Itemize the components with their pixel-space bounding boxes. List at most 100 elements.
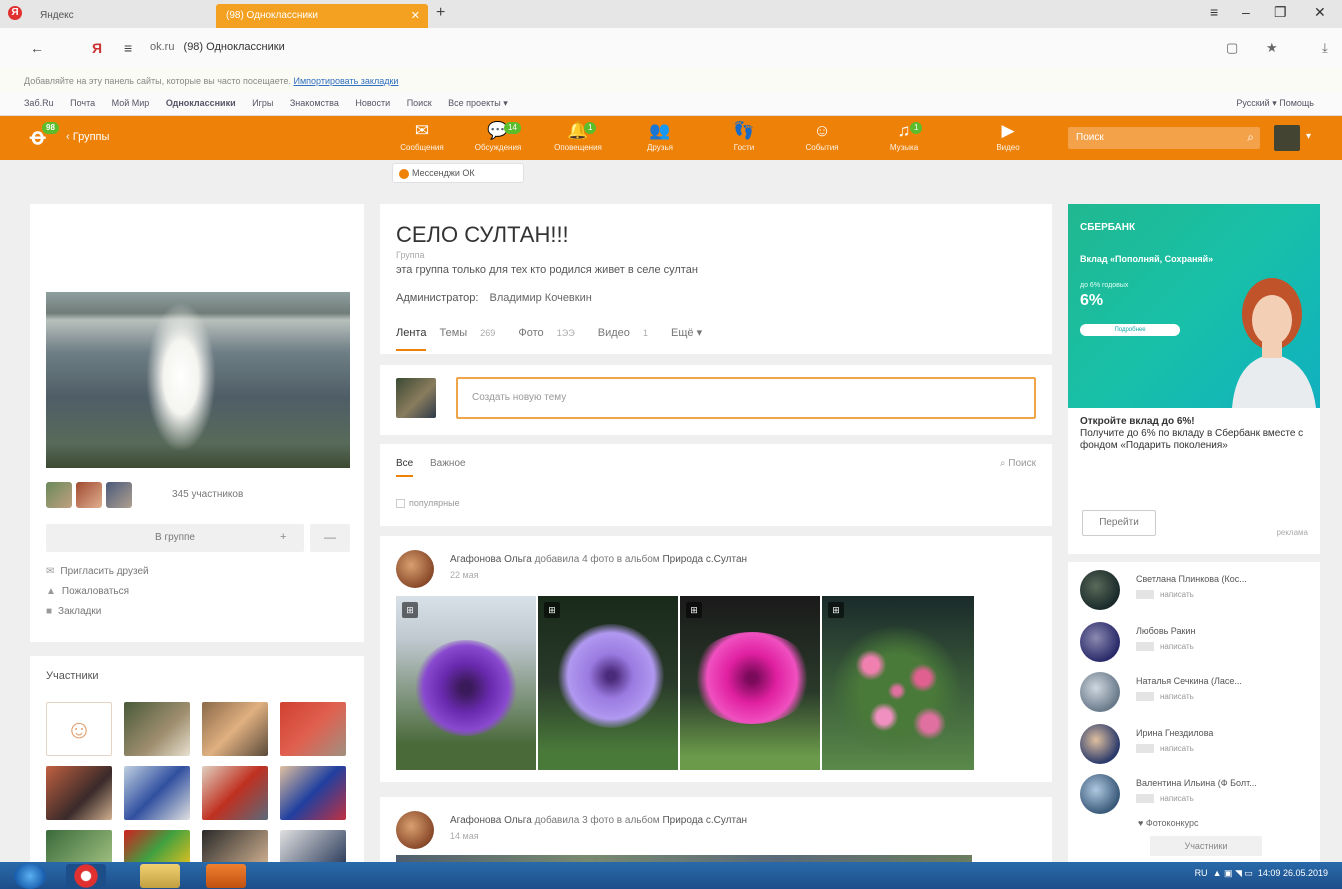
member-photo[interactable] [202,702,268,756]
new-topic-input[interactable]: Создать новую тему [456,377,1036,419]
members-count[interactable]: 345 участников [172,489,243,500]
powerpoint-icon[interactable] [206,864,246,888]
post-photo[interactable]: ⊞ [822,596,974,770]
yandex-browser-logo[interactable]: Я [8,6,22,20]
group-cover-photo[interactable] [46,292,350,468]
friend-name[interactable]: Светлана Плинкова (Кос... [1136,574,1247,584]
yandex-home-icon[interactable]: Я [92,40,102,56]
post-photo[interactable]: ⊞ [680,596,820,770]
portal-link[interactable]: Мой Мир [112,98,150,108]
members-button[interactable]: Участники [1150,836,1262,856]
album-link[interactable]: Природа с.Султан [662,815,747,826]
language-indicator[interactable]: RU [1195,868,1208,878]
admin-name-link[interactable]: Владимир Кочевкин [489,292,591,304]
bookmarks-link[interactable]: ■ Закладки [46,606,101,617]
tab-photos[interactable]: Фото 1ЭЭ [518,327,584,339]
member-photo[interactable] [124,830,190,866]
zoom-icon[interactable]: ⊞ [402,602,418,618]
messenger-promo-chip[interactable]: Мессенджи ОК [392,163,524,183]
member-photo[interactable] [124,766,190,820]
portal-link[interactable]: Все проекты ▾ [448,98,508,108]
friend-avatar[interactable] [1080,570,1120,610]
plus-icon[interactable]: + [280,531,286,543]
url-field[interactable]: ok.ru (98) Одноклассники [150,41,285,53]
nav-friends[interactable]: 👥 Друзья [628,120,692,152]
new-tab-button[interactable]: + [436,4,445,22]
member-photo[interactable] [280,766,346,820]
ok-search-input[interactable]: Поиск ⌕ [1068,127,1260,149]
zoom-icon[interactable]: ⊞ [828,602,844,618]
language-help-links[interactable]: Русский ▾ Помощь [1236,98,1314,109]
filter-important-tab[interactable]: Важное [430,458,466,469]
portal-link[interactable]: Новости [355,98,390,108]
tab-videos[interactable]: Видео 1 [598,327,658,339]
member-thumb[interactable] [106,482,132,508]
friend-avatar[interactable] [1080,622,1120,662]
tab-feed[interactable]: Лента [396,327,427,351]
close-tab-icon[interactable]: ✕ [411,9,420,22]
member-photo[interactable] [202,766,268,820]
search-icon[interactable]: ⌕ [1247,130,1254,145]
portal-link[interactable]: Почта [70,98,95,108]
popular-checkbox[interactable]: популярные [396,498,460,509]
bookmark-star-icon[interactable]: ★ [1266,40,1278,56]
post-photo[interactable]: ⊞ [538,596,678,770]
write-message-link[interactable]: написать [1136,744,1194,754]
import-bookmarks-link[interactable]: Импортировать закладки [294,76,399,86]
nav-events[interactable]: ☺ События [790,120,854,152]
member-photo[interactable] [46,830,112,866]
portal-link-active[interactable]: Одноклассники [166,98,236,108]
yandex-browser-taskbar-icon[interactable] [66,864,106,888]
friend-avatar[interactable] [1080,724,1120,764]
complain-link[interactable]: ▲ Пожаловаться [46,586,129,597]
ad-go-button[interactable]: Перейти [1082,510,1156,536]
file-explorer-icon[interactable] [140,864,180,888]
author-link[interactable]: Агафонова Ольга [450,554,532,565]
friend-avatar[interactable] [1080,774,1120,814]
invite-friends-link[interactable]: ✉ Пригласить друзей [46,566,149,577]
portal-link[interactable]: Поиск [407,98,432,108]
back-icon[interactable]: ← [30,40,44,56]
member-thumb[interactable] [76,482,102,508]
nav-messages[interactable]: ✉ Сообщения [390,120,454,152]
member-photo[interactable] [280,702,346,756]
download-icon[interactable]: ⤓ [1322,40,1328,56]
tab-odnoklassniki[interactable]: (98) Одноклассники ✕ [216,4,428,28]
more-button[interactable]: — [310,524,350,552]
start-button[interactable] [14,863,46,889]
back-to-groups-link[interactable]: ‹ Группы [66,131,109,143]
post-photo[interactable]: ⊞ [396,596,536,770]
friend-name[interactable]: Валентина Ильина (Ф Болт... [1136,778,1257,788]
ad-text[interactable]: Откройте вклад до 6%! Получите до 6% по … [1080,416,1310,452]
lines-icon[interactable]: ≡ [124,40,132,56]
reader-icon[interactable]: ▢ [1226,40,1238,56]
in-group-button[interactable]: В группе [46,524,304,552]
friend-item[interactable]: Наталья Сечкина (Ласе... написать [1080,672,1316,720]
friend-avatar[interactable] [1080,672,1120,712]
author-link[interactable]: Агафонова Ольга [450,815,532,826]
zoom-icon[interactable]: ⊞ [544,602,560,618]
friend-item[interactable]: Ирина Гнездилова написать [1080,724,1316,772]
filter-all-tab[interactable]: Все [396,458,414,477]
portal-link[interactable]: Игры [252,98,273,108]
tab-topics[interactable]: Темы 269 [440,327,506,339]
feed-search-button[interactable]: ⌕ Поиск [1000,458,1036,469]
friend-item[interactable]: Валентина Ильина (Ф Болт... написать [1080,774,1316,822]
member-photo[interactable] [46,766,112,820]
chevron-down-icon[interactable]: ▾ [1306,131,1311,142]
ad-banner-button[interactable]: Подробнее [1080,324,1180,336]
system-tray[interactable]: RU ▲ ▣ ◥ ▭ 14:09 26.05.2019 [1195,868,1328,879]
friend-name[interactable]: Ирина Гнездилова [1136,728,1213,738]
tab-yandex[interactable]: Яндекс [30,4,200,28]
nav-discussions[interactable]: 💬 14 Обсуждения [466,120,530,152]
member-placeholder-icon[interactable]: ☺ [46,702,112,756]
friend-name[interactable]: Любовь Ракин [1136,626,1195,636]
portal-link[interactable]: Знакомства [290,98,339,108]
ok-logo-icon[interactable]: ꝋ 98 [30,122,59,150]
author-avatar[interactable] [396,550,434,588]
member-thumb[interactable] [46,482,72,508]
nav-music[interactable]: ♫ 1 Музыка [872,120,936,152]
write-message-link[interactable]: написать [1136,590,1194,600]
tab-more[interactable]: Ещё ▾ [671,327,702,339]
zoom-icon[interactable]: ⊞ [686,602,702,618]
